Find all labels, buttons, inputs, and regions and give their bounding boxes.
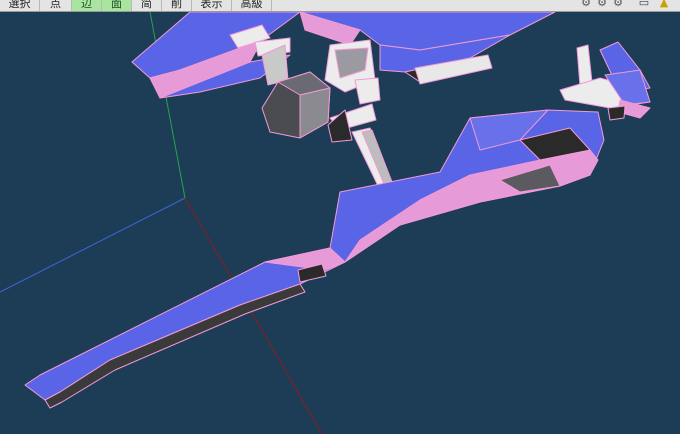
z-axis: [0, 197, 186, 293]
mode-edge-button[interactable]: 辺: [72, 0, 102, 11]
right-mesh: [559, 41, 651, 121]
mode-vertex-button[interactable]: 点: [40, 0, 72, 11]
display-button[interactable]: 表示: [192, 0, 232, 11]
3d-viewport[interactable]: [0, 12, 680, 434]
gear-icon[interactable]: ⚙: [596, 0, 608, 9]
delete-button[interactable]: 削: [162, 0, 192, 11]
warning-icon[interactable]: ▲: [658, 0, 670, 9]
mode-select-button[interactable]: 選択: [0, 0, 40, 11]
blade-mesh: [24, 109, 605, 409]
monitor-icon[interactable]: ▭: [638, 0, 650, 9]
gear-icon[interactable]: ⚙: [612, 0, 624, 9]
scene-svg[interactable]: [0, 12, 680, 434]
gear-icon[interactable]: ⚙: [580, 0, 592, 9]
advanced-button[interactable]: 高級: [232, 0, 272, 11]
mode-face-button[interactable]: 面: [102, 0, 132, 11]
toolbar: 選択 点 辺 面 简 削 表示 高級 ⚙ ⚙ ⚙ ▭ ▲: [0, 0, 680, 12]
simplify-button[interactable]: 简: [132, 0, 162, 11]
